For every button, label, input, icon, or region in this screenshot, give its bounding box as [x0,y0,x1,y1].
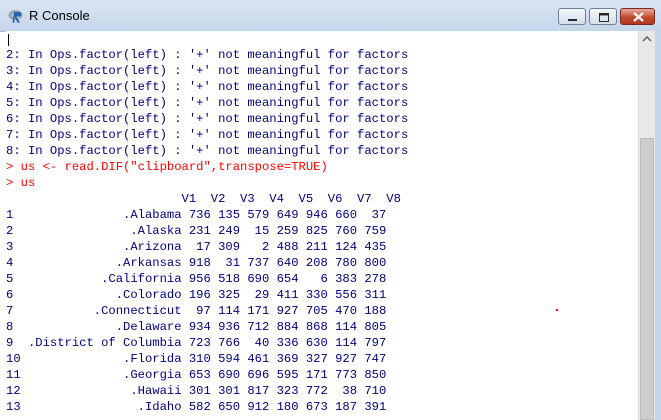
maximize-button[interactable] [589,8,617,25]
console-output-line: 1 .Alabama 736 135 579 649 946 660 37 [6,208,387,222]
console-output-line: 10 .Florida 310 594 461 369 327 927 747 [6,352,387,366]
console-output-area[interactable]: 2: In Ops.factor(left) : '+' not meaning… [6,31,638,420]
console-output-line: 2 .Alaska 231 249 15 259 825 760 759 [6,224,387,238]
close-button[interactable] [620,8,655,25]
console-output-line: 12 .Hawaii 301 301 817 323 772 38 710 [6,384,387,398]
window-frame-right [655,31,661,420]
title-bar: R Console [0,0,661,32]
scroll-up-arrow-icon[interactable] [639,31,655,48]
console-output-line: 6 .Colorado 196 325 29 411 330 556 311 [6,288,387,302]
console-output-line: 2: In Ops.factor(left) : '+' not meaning… [6,48,409,62]
console-output-line: 5 .California 956 518 690 654 6 383 278 [6,272,387,286]
console-output-line: 4 .Arkansas 918 31 737 640 208 780 800 [6,256,387,270]
stray-red-pixel [556,309,558,311]
close-icon [633,12,644,22]
vertical-scrollbar[interactable] [638,31,655,420]
minimize-button[interactable] [558,8,586,25]
console-output-line: 9 .District of Columbia 723 766 40 336 6… [6,336,387,350]
console-output-line: 3 .Arizona 17 309 2 488 211 124 435 [6,240,387,254]
maximize-icon [599,13,609,22]
console-output-line: 13 .Idaho 582 650 912 180 673 187 391 [6,400,387,414]
text-cursor [8,34,9,46]
scroll-thumb[interactable] [640,138,654,420]
console-output-line: 5: In Ops.factor(left) : '+' not meaning… [6,96,409,110]
console-input-line: > us <- read.DIF("clipboard",transpose=T… [6,160,328,174]
console-output-line: 3: In Ops.factor(left) : '+' not meaning… [6,64,409,78]
console-input-line: > us [6,176,36,190]
console-output-line: 4: In Ops.factor(left) : '+' not meaning… [6,80,409,94]
r-logo-icon [8,10,23,23]
window-title: R Console [29,8,90,23]
console-output-line: 8 .Delaware 934 936 712 884 868 114 805 [6,320,387,334]
console-text: 2: In Ops.factor(left) : '+' not meaning… [6,31,638,415]
console-output-line: 8: In Ops.factor(left) : '+' not meaning… [6,144,409,158]
console-output-line: 6: In Ops.factor(left) : '+' not meaning… [6,112,409,126]
console-output-line: 7 .Connecticut 97 114 171 927 705 470 18… [6,304,387,318]
console-output-line: V1 V2 V3 V4 V5 V6 V7 V8 [6,192,401,206]
console-output-line: 11 .Georgia 653 690 696 595 171 773 850 [6,368,387,382]
console-output-line: 7: In Ops.factor(left) : '+' not meaning… [6,128,409,142]
minimize-icon [568,19,577,21]
